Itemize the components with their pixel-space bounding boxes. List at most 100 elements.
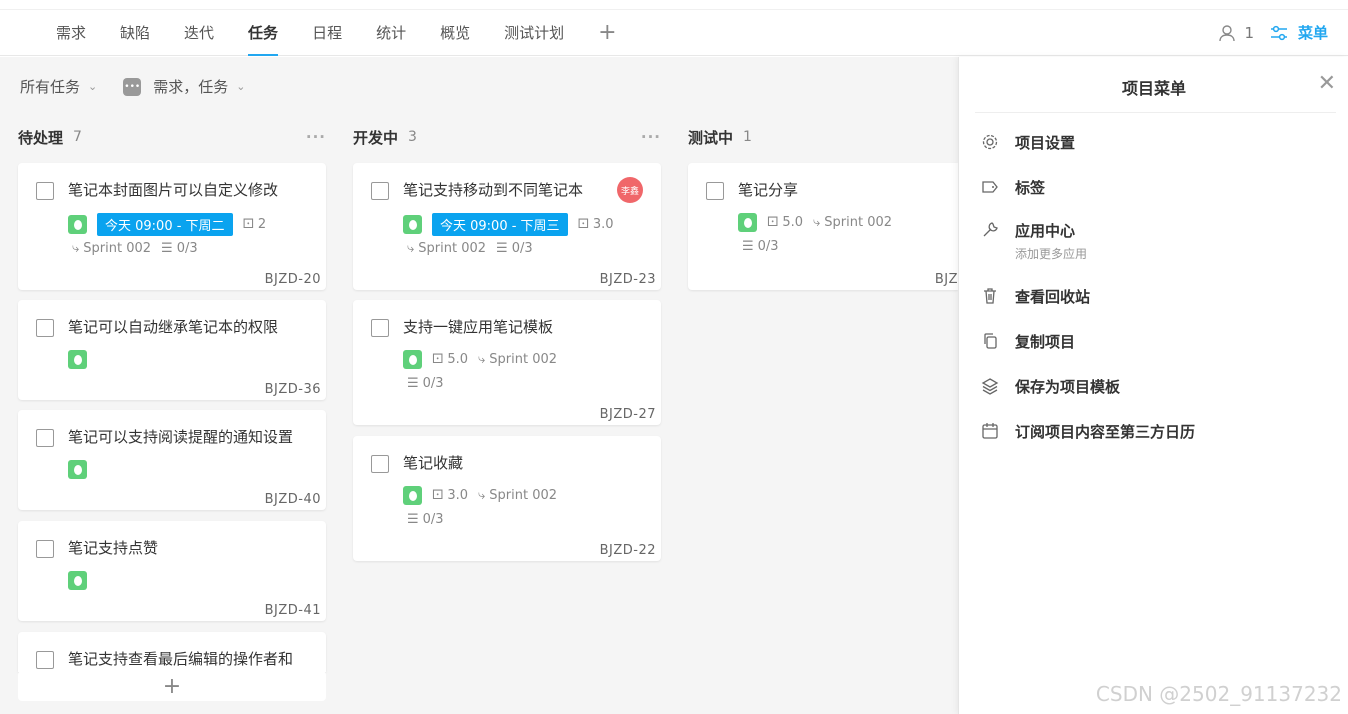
top-nav: 需求 缺陷 迭代 任务 日程 统计 概览 测试计划 + 1 菜单 bbox=[0, 0, 1348, 56]
add-card-button[interactable]: + bbox=[18, 671, 326, 701]
member-count: 1 bbox=[1244, 23, 1254, 42]
menu-item-label: 保存为项目模板 bbox=[1015, 378, 1121, 396]
sprint-icon: ⤷ bbox=[478, 352, 486, 367]
sprint-icon: ⤷ bbox=[478, 488, 486, 503]
menu-item-label: 复制项目 bbox=[1015, 333, 1076, 351]
story-icon bbox=[403, 486, 422, 505]
sprint: Sprint 002 bbox=[489, 352, 558, 367]
task-id: BJZD-22 bbox=[599, 543, 656, 558]
task-id: BJZD-23 bbox=[599, 272, 656, 287]
task-title: 笔记分享 bbox=[738, 181, 799, 199]
task-card[interactable]: 支持一键应用笔记模板 ⚀ 5.0 ⤷ Sprint 002 ☰ 0/3 BJZD-27 bbox=[353, 300, 661, 425]
menu-item-copy-project[interactable]: 复制项目 bbox=[981, 331, 1075, 352]
column-count: 1 bbox=[743, 129, 752, 145]
task-meta-2: ⤷ Sprint 002 ☰ 0/3 bbox=[72, 241, 208, 256]
plus-icon: + bbox=[162, 673, 182, 699]
task-checkbox[interactable] bbox=[36, 429, 54, 447]
task-card[interactable]: 笔记支持移动到不同笔记本 李鑫 今天 09:00 - 下周三 ⚀ 3.0 ⤷ Spr… bbox=[353, 163, 661, 290]
sprint-icon: ⤷ bbox=[72, 241, 80, 256]
task-card[interactable]: 笔记支持点赞 BJZD-41 bbox=[18, 521, 326, 621]
top-strip bbox=[0, 0, 1348, 10]
scope-filter-label: 所有任务 bbox=[20, 78, 81, 96]
task-id: BJZD-40 bbox=[264, 492, 321, 507]
menu-item-label: 订阅项目内容至第三方日历 bbox=[1015, 423, 1196, 441]
task-meta: 今天 09:00 - 下周三 ⚀ 3.0 bbox=[403, 213, 624, 236]
tab-schedule[interactable]: 日程 bbox=[312, 22, 342, 56]
task-card[interactable]: 笔记本封面图片可以自定义修改 今天 09:00 - 下周二 ⚀ 2 ⤷ Sprint… bbox=[18, 163, 326, 290]
task-card[interactable]: 笔记可以支持阅读提醒的通知设置 BJZD-40 bbox=[18, 410, 326, 510]
menu-button[interactable]: 菜单 bbox=[1270, 22, 1328, 43]
story-points: 3.0 bbox=[592, 217, 614, 232]
more-icon[interactable]: ··· bbox=[306, 128, 326, 146]
column-in-dev: 开发中 3 ··· bbox=[353, 123, 661, 151]
task-checkbox[interactable] bbox=[706, 182, 724, 200]
type-icon: ••• bbox=[123, 77, 142, 96]
task-checkbox[interactable] bbox=[36, 651, 54, 669]
column-todo: 待处理 7 ··· bbox=[18, 123, 326, 151]
task-card[interactable]: 笔记可以自动继承笔记本的权限 BJZD-36 bbox=[18, 300, 326, 400]
task-card[interactable]: 笔记收藏 ⚀ 3.0 ⤷ Sprint 002 ☰ 0/3 BJZD-22 bbox=[353, 436, 661, 561]
tab-defects[interactable]: 缺陷 bbox=[120, 22, 150, 56]
task-card[interactable]: 笔记分享 ⚀ 5.0 ⤷ Sprint 002 ☰ 0/3 BJZ bbox=[688, 163, 958, 290]
project-menu-panel: 项目菜单 ✕ 项目设置 标签 应用中心 添加更多应用 查看回收站 复制项目 保存… bbox=[958, 57, 1348, 714]
tab-bar: 需求 缺陷 迭代 任务 日程 统计 概览 测试计划 + bbox=[56, 22, 617, 56]
tab-test-plan[interactable]: 测试计划 bbox=[504, 22, 564, 56]
menu-item-subscribe-calendar[interactable]: 订阅项目内容至第三方日历 bbox=[981, 421, 1195, 442]
task-checkbox[interactable] bbox=[36, 540, 54, 558]
task-checkbox[interactable] bbox=[36, 319, 54, 337]
tab-requirements[interactable]: 需求 bbox=[56, 22, 86, 56]
points-icon: ⚀ bbox=[432, 352, 444, 367]
more-icon[interactable]: ··· bbox=[641, 128, 661, 146]
story-icon bbox=[68, 350, 87, 369]
points-icon: ⚀ bbox=[432, 488, 444, 503]
column-testing: 测试中 1 bbox=[688, 123, 958, 151]
due-date: 今天 09:00 - 下周二 bbox=[97, 213, 233, 236]
menu-item-sublabel: 添加更多应用 bbox=[1015, 247, 1088, 261]
task-card[interactable]: 笔记支持查看最后编辑的操作者和 bbox=[18, 632, 326, 672]
tab-stats[interactable]: 统计 bbox=[376, 22, 406, 56]
task-meta: ⚀ 5.0 ⤷ Sprint 002 bbox=[738, 213, 902, 232]
task-checkbox[interactable] bbox=[371, 455, 389, 473]
type-filter-label: 需求，任务 bbox=[153, 78, 229, 96]
tab-overview[interactable]: 概览 bbox=[440, 22, 470, 56]
task-checkbox[interactable] bbox=[371, 182, 389, 200]
column-title: 待处理 bbox=[18, 128, 64, 147]
task-id: BJZ bbox=[934, 272, 958, 287]
plus-icon[interactable]: + bbox=[598, 22, 616, 44]
user-icon bbox=[1219, 24, 1236, 41]
tab-tasks[interactable]: 任务 bbox=[248, 22, 279, 56]
task-checkbox[interactable] bbox=[371, 319, 389, 337]
member-button[interactable]: 1 bbox=[1218, 24, 1254, 42]
menu-item-project-settings[interactable]: 项目设置 bbox=[981, 132, 1075, 153]
menu-item-label: 项目设置 bbox=[1015, 134, 1076, 152]
task-meta-2: ☰ 0/3 bbox=[407, 376, 454, 391]
sprint: Sprint 002 bbox=[489, 488, 558, 503]
sprint: Sprint 002 bbox=[824, 215, 893, 230]
task-title: 支持一键应用笔记模板 bbox=[403, 318, 554, 336]
task-title: 笔记本封面图片可以自定义修改 bbox=[68, 181, 279, 199]
scope-filter[interactable]: 所有任务 ⌄ bbox=[20, 76, 97, 97]
type-filter[interactable]: ••• 需求，任务 ⌄ bbox=[123, 76, 245, 97]
sprint-icon: ⤷ bbox=[813, 215, 821, 230]
avatar[interactable]: 李鑫 bbox=[617, 177, 643, 203]
task-checkbox[interactable] bbox=[36, 182, 54, 200]
sprint-icon: ⤷ bbox=[407, 241, 415, 256]
story-points: 2 bbox=[257, 217, 267, 232]
story-icon bbox=[403, 350, 422, 369]
close-icon[interactable]: ✕ bbox=[1318, 73, 1336, 95]
task-meta-2: ☰ 0/3 bbox=[742, 239, 789, 254]
story-icon bbox=[68, 215, 87, 234]
menu-item-recycle-bin[interactable]: 查看回收站 bbox=[981, 286, 1090, 307]
menu-item-save-template[interactable]: 保存为项目模板 bbox=[981, 376, 1120, 397]
points-icon: ⚀ bbox=[242, 217, 254, 232]
trash-icon bbox=[984, 288, 996, 304]
column-title: 测试中 bbox=[688, 128, 734, 147]
tab-iterations[interactable]: 迭代 bbox=[184, 22, 214, 56]
menu-item-app-center[interactable]: 应用中心 添加更多应用 bbox=[981, 220, 1087, 262]
menu-item-tags[interactable]: 标签 bbox=[981, 177, 1045, 198]
points-icon: ⚀ bbox=[767, 215, 779, 230]
sprint: Sprint 002 bbox=[418, 241, 487, 256]
task-title: 笔记支持点赞 bbox=[68, 539, 159, 557]
story-points: 5.0 bbox=[447, 352, 468, 367]
task-meta: 今天 09:00 - 下周二 ⚀ 2 bbox=[68, 213, 276, 236]
